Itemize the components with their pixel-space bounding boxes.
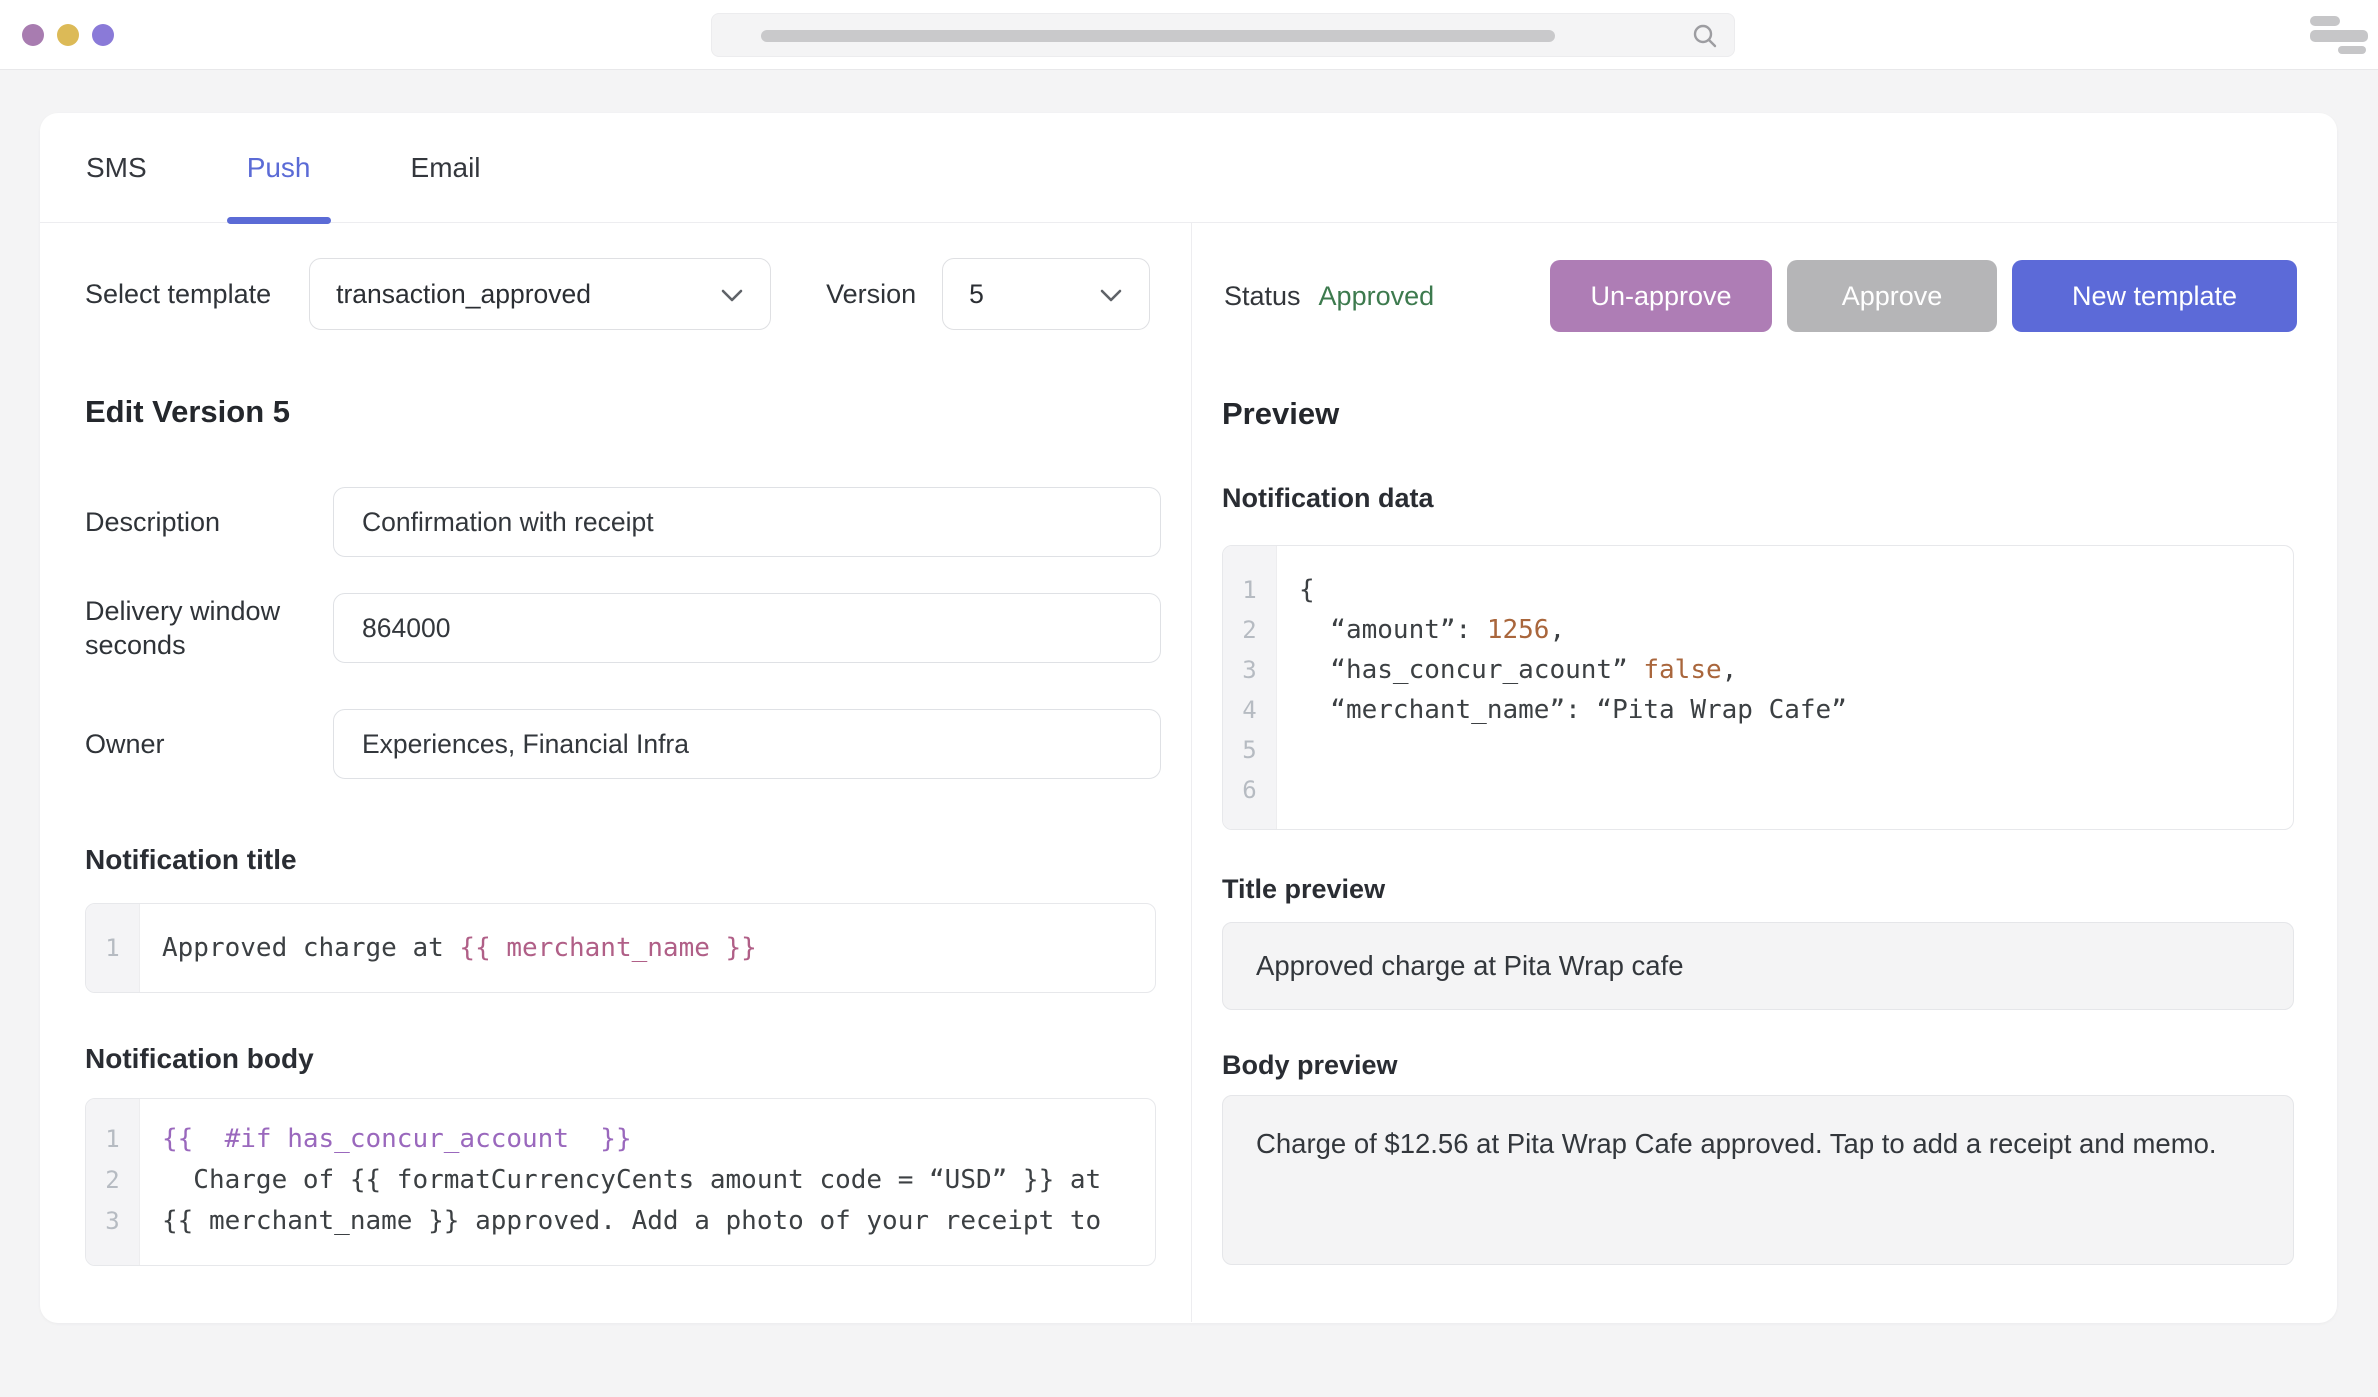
- notification-data-label: Notification data: [1222, 481, 2297, 515]
- template-select[interactable]: transaction_approved: [309, 258, 771, 330]
- tab-sms[interactable]: SMS: [86, 113, 147, 223]
- body-preview-text: Charge of $12.56 at Pita Wrap Cafe appro…: [1256, 1128, 2217, 1159]
- window-control-minimize[interactable]: [57, 24, 79, 46]
- window-control-maximize[interactable]: [92, 24, 114, 46]
- channel-tabbar: SMS Push Email: [40, 113, 2337, 223]
- notification-body-editor[interactable]: 123 {{ #if has_concur_account }} Charge …: [85, 1098, 1156, 1266]
- window-titlebar: [0, 0, 2378, 70]
- preview-heading: Preview: [1222, 392, 2297, 436]
- search-icon: [1692, 23, 1718, 54]
- code-area: Approved charge at {{ merchant_name }}: [140, 904, 1155, 992]
- tab-email[interactable]: Email: [411, 113, 481, 223]
- tab-push[interactable]: Push: [247, 113, 311, 223]
- menu-bar: [2310, 16, 2340, 26]
- status-label: Status: [1224, 281, 1301, 312]
- title-preview-label: Title preview: [1222, 872, 2297, 906]
- title-preview-box: Approved charge at Pita Wrap cafe: [1222, 922, 2294, 1010]
- owner-input[interactable]: [333, 709, 1161, 779]
- notification-data-editor[interactable]: 123456 { “amount”: 1256, “has_concur_aco…: [1222, 545, 2294, 830]
- new-template-button[interactable]: New template: [2012, 260, 2297, 332]
- version-select[interactable]: 5: [942, 258, 1150, 330]
- status-badge: Approved: [1319, 281, 1435, 312]
- version-select-value: 5: [969, 279, 1099, 310]
- window-control-close[interactable]: [22, 24, 44, 46]
- approve-button[interactable]: Approve: [1787, 260, 1997, 332]
- line-number-gutter: 123: [86, 1099, 140, 1265]
- code-area: {{ #if has_concur_account }} Charge of {…: [140, 1099, 1155, 1265]
- edit-panel: Select template transaction_approved Ver…: [40, 223, 1192, 1322]
- delivery-window-input[interactable]: [333, 593, 1161, 663]
- notification-title-editor[interactable]: 1 Approved charge at {{ merchant_name }}: [85, 903, 1156, 993]
- version-label: Version: [826, 279, 916, 310]
- notification-title-label: Notification title: [85, 843, 1191, 877]
- preview-panel: Status Approved Un-approve Approve New t…: [1192, 223, 2337, 1322]
- menu-icon[interactable]: [2310, 16, 2372, 54]
- owner-label: Owner: [85, 727, 333, 761]
- select-template-label: Select template: [85, 279, 271, 310]
- chevron-down-icon: [720, 279, 744, 310]
- body-preview-box: Charge of $12.56 at Pita Wrap Cafe appro…: [1222, 1095, 2294, 1265]
- line-number-gutter: 1: [86, 904, 140, 992]
- search-input[interactable]: [711, 13, 1735, 57]
- template-editor-card: SMS Push Email Select template transacti…: [40, 113, 2337, 1323]
- search-placeholder-pill: [761, 30, 1555, 42]
- delivery-window-label: Delivery window seconds: [85, 594, 333, 662]
- line-number-gutter: 123456: [1223, 546, 1277, 829]
- description-input[interactable]: [333, 487, 1161, 557]
- code-area: { “amount”: 1256, “has_concur_acount” fa…: [1277, 546, 2293, 829]
- edit-version-heading: Edit Version 5: [85, 390, 1191, 434]
- body-preview-label: Body preview: [1222, 1048, 2297, 1082]
- unapprove-button[interactable]: Un-approve: [1550, 260, 1772, 332]
- menu-bar: [2338, 46, 2366, 54]
- notification-body-label: Notification body: [85, 1042, 1191, 1076]
- title-preview-text: Approved charge at Pita Wrap cafe: [1256, 950, 1684, 982]
- description-label: Description: [85, 505, 333, 539]
- chevron-down-icon: [1099, 279, 1123, 310]
- template-select-value: transaction_approved: [336, 279, 720, 310]
- menu-bar: [2310, 30, 2368, 42]
